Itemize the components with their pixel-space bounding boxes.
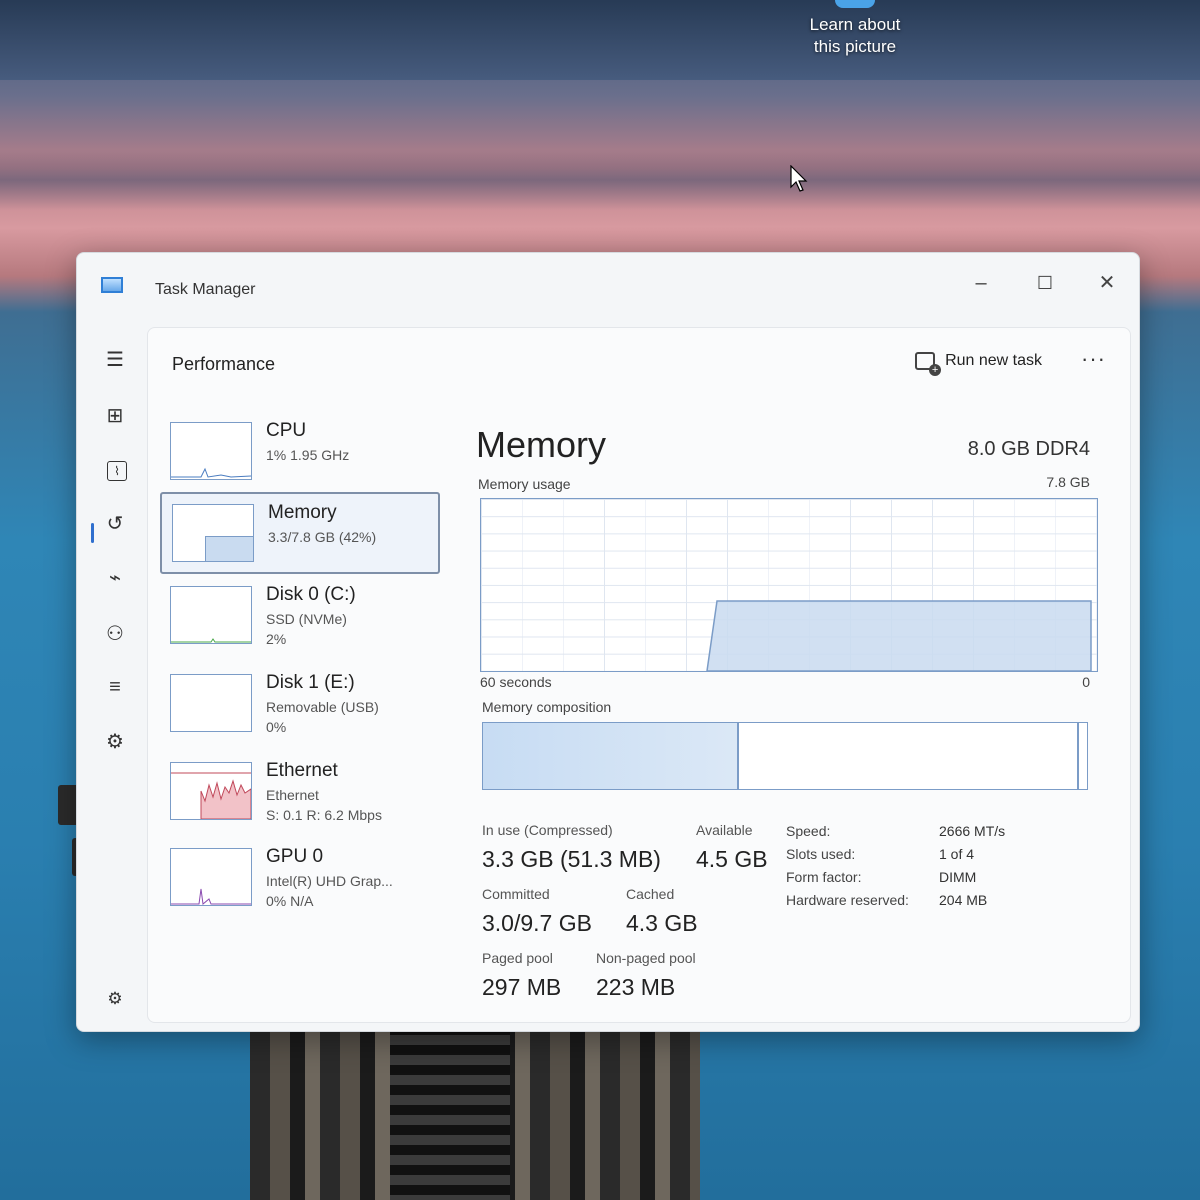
available-value: 4.5 GB (696, 846, 768, 872)
device-detail: 3.3/7.8 GB (42%) (268, 529, 377, 545)
run-new-task-label: Run new task (945, 352, 1042, 369)
memory-composition-label: Memory composition (482, 699, 612, 715)
learn-about-picture-icon[interactable] (835, 0, 875, 8)
device-name: Memory (268, 502, 337, 523)
form-factor-label: Form factor: (786, 869, 862, 885)
device-name: Disk 1 (E:) (266, 672, 355, 693)
performance-panel: Performance Run new task ··· CPU 1% 1.95… (147, 327, 1131, 1023)
device-usage: 2% (266, 631, 287, 647)
navigation-sidebar: ☰ ⊞ ⌇ ↺ ⌁ ⚇ ≡ ⚙ ⚙ (77, 317, 147, 1031)
device-detail: SSD (NVMe) (266, 611, 347, 627)
device-item-memory[interactable]: Memory 3.3/7.8 GB (42%) (160, 492, 440, 574)
committed-label: Committed (482, 886, 550, 902)
cached-value: 4.3 GB (626, 910, 698, 936)
pier-rail (390, 1025, 510, 1200)
memory-usage-graph (480, 498, 1098, 672)
more-options-button[interactable]: ··· (1081, 346, 1106, 372)
device-item-cpu[interactable]: CPU 1% 1.95 GHz (160, 412, 436, 490)
form-factor-value: DIMM (939, 869, 977, 885)
desktop-clouds-low (0, 150, 1200, 210)
cached-label: Cached (626, 886, 675, 902)
speed-value: 2666 MT/s (939, 823, 1006, 839)
composition-standby-segment (1077, 723, 1079, 789)
gpu0-thumbnail-graph (170, 848, 252, 906)
in-use-label: In use (Compressed) (482, 822, 613, 838)
hardware-reserved-label: Hardware reserved: (786, 892, 909, 908)
details-icon[interactable]: ≡ (99, 671, 131, 703)
run-task-icon (915, 352, 942, 376)
ethernet-thumbnail-graph (170, 762, 252, 820)
pier-image (250, 1025, 700, 1200)
composition-in-use-segment (483, 723, 739, 789)
disk0-thumbnail-graph (170, 586, 252, 644)
device-name: CPU (266, 420, 307, 441)
in-use-value: 3.3 GB (51.3 MB) (482, 846, 661, 872)
device-detail: Removable (USB) (266, 699, 379, 715)
memory-heading: Memory (476, 424, 607, 465)
device-item-disk0[interactable]: Disk 0 (C:) SSD (NVMe) 2% (160, 576, 436, 654)
non-paged-pool-label: Non-paged pool (596, 950, 696, 966)
graph-time-left: 60 seconds (480, 674, 552, 690)
device-throughput: S: 0.1 R: 6.2 Mbps (266, 807, 382, 823)
memory-usage-label: Memory usage (478, 476, 571, 492)
device-usage: 0% (266, 719, 287, 735)
hardware-reserved-value: 204 MB (939, 892, 988, 908)
speed-label: Speed: (786, 823, 831, 839)
memory-usage-max: 7.8 GB (1046, 474, 1090, 490)
device-detail: Intel(R) UHD Grap... (266, 873, 393, 889)
available-label: Available (696, 822, 753, 838)
mouse-cursor-icon (790, 165, 808, 192)
app-history-icon[interactable]: ↺ (99, 507, 131, 539)
menu-icon[interactable]: ☰ (99, 343, 131, 375)
memory-type: 8.0 GB DDR4 (967, 438, 1090, 460)
performance-icon[interactable]: ⌇ (107, 461, 127, 481)
startup-apps-icon[interactable]: ⌁ (99, 561, 131, 593)
slots-used-value: 1 of 4 (939, 846, 975, 862)
desktop-clouds (0, 0, 1200, 80)
title-bar[interactable]: Task Manager – ☐ ✕ (77, 253, 1139, 317)
device-name: Disk 0 (C:) (266, 584, 356, 605)
committed-value: 3.0/9.7 GB (482, 910, 592, 936)
cpu-thumbnail-graph (170, 422, 252, 480)
task-manager-window: Task Manager – ☐ ✕ ☰ ⊞ ⌇ ↺ ⌁ ⚇ ≡ ⚙ ⚙ Per… (76, 252, 1140, 1032)
run-new-task-button[interactable]: Run new task (915, 352, 1042, 376)
device-item-gpu0[interactable]: GPU 0 Intel(R) UHD Grap... 0% N/A (160, 838, 436, 916)
task-manager-icon (101, 277, 123, 293)
device-detail: Ethernet (266, 787, 319, 803)
memory-composition-bar (482, 722, 1088, 790)
device-name: Ethernet (266, 760, 338, 781)
window-title: Task Manager (155, 281, 256, 298)
page-title: Performance (172, 354, 276, 374)
device-usage: 0% N/A (266, 893, 314, 909)
device-item-ethernet[interactable]: Ethernet Ethernet S: 0.1 R: 6.2 Mbps (160, 752, 436, 830)
learn-about-picture-link[interactable]: Learn about this picture (790, 14, 920, 58)
learn-label-line2: this picture (813, 37, 897, 56)
disk1-thumbnail-graph (170, 674, 252, 732)
device-item-disk1[interactable]: Disk 1 (E:) Removable (USB) 0% (160, 664, 436, 742)
minimize-button[interactable]: – (961, 265, 1001, 301)
learn-label-line1: Learn about (809, 15, 901, 34)
settings-icon[interactable]: ⚙ (99, 983, 131, 1015)
active-indicator (91, 523, 94, 543)
processes-icon[interactable]: ⊞ (99, 399, 131, 431)
maximize-button[interactable]: ☐ (1025, 265, 1065, 301)
non-paged-pool-value: 223 MB (596, 974, 676, 1000)
memory-thumbnail-graph (172, 504, 254, 562)
paged-pool-label: Paged pool (482, 950, 553, 966)
device-detail: 1% 1.95 GHz (266, 447, 350, 463)
services-icon[interactable]: ⚙ (99, 725, 131, 757)
close-button[interactable]: ✕ (1087, 265, 1127, 301)
users-icon[interactable]: ⚇ (99, 617, 131, 649)
slots-used-label: Slots used: (786, 846, 856, 862)
paged-pool-value: 297 MB (482, 974, 562, 1000)
device-name: GPU 0 (266, 846, 324, 867)
graph-time-right: 0 (1082, 674, 1090, 690)
